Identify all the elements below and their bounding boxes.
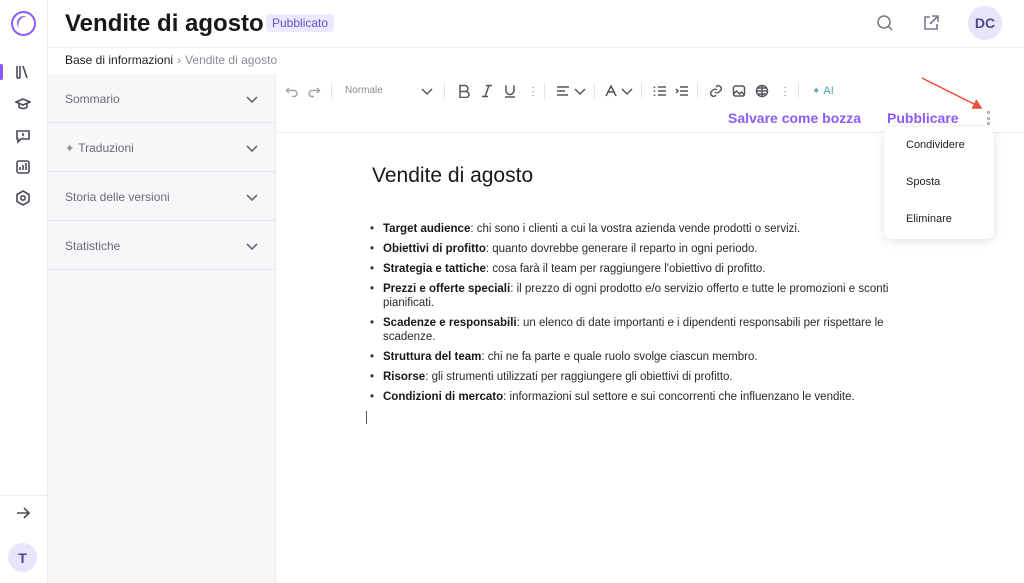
toolbar-divider	[697, 83, 698, 99]
underline-icon[interactable]	[503, 83, 517, 99]
analytics-icon[interactable]	[14, 158, 32, 176]
breadcrumb: Base di informazioni › Vendite di agosto	[65, 53, 277, 67]
app-logo[interactable]	[11, 11, 36, 36]
annotation-arrow	[921, 77, 983, 109]
left-rail: T	[0, 0, 48, 583]
ai-label: AI	[823, 85, 834, 97]
align-left-icon[interactable]	[556, 83, 570, 99]
list-item: Prezzi e offerte speciali: il prezzo di …	[370, 282, 930, 310]
list-item: Risorse: gli strumenti utilizzati per ra…	[370, 370, 930, 384]
menu-item-share[interactable]: Condividere	[906, 139, 965, 151]
accordion-traduzioni[interactable]: ✦ Traduzioni	[48, 123, 276, 172]
chevron-down-icon	[245, 239, 259, 253]
redo-icon[interactable]	[307, 83, 321, 99]
breadcrumb-root[interactable]: Base di informazioni	[65, 53, 173, 67]
chevron-down-icon[interactable]	[620, 83, 634, 99]
more-vertical-icon[interactable]	[778, 83, 792, 99]
list-item: Struttura del team: chi ne fa parte e qu…	[370, 350, 930, 364]
list-item: Scadenze e responsabili: un elenco di da…	[370, 316, 930, 344]
text-color-icon[interactable]	[604, 83, 618, 99]
page-header: Vendite di agosto Pubblicato DC	[48, 0, 1024, 48]
external-link-icon[interactable]	[922, 14, 942, 34]
chevron-down-icon[interactable]	[573, 83, 587, 99]
toolbar-divider	[444, 83, 445, 99]
publish-button[interactable]: Pubblicare	[887, 110, 959, 126]
list-item-text: : chi ne fa parte e quale ruolo svolge c…	[481, 351, 758, 363]
more-vertical-icon[interactable]	[526, 83, 540, 99]
list-item: Strategia e tattiche: cosa farà il team …	[370, 262, 930, 276]
accordion-storia-versioni[interactable]: Storia delle versioni	[48, 172, 276, 221]
image-icon[interactable]	[732, 83, 746, 99]
list-item-text: : cosa farà il team per raggiungere l'ob…	[485, 263, 766, 275]
ai-button[interactable]: ✦ AI	[812, 83, 834, 99]
list-item-text: : chi sono i clienti a cui la vostra azi…	[470, 223, 801, 235]
list-item: Obiettivi di profitto: quanto dovrebbe g…	[370, 242, 930, 256]
accordion-label: Traduzioni	[78, 141, 134, 155]
feedback-icon[interactable]	[14, 127, 32, 145]
list-item: Condizioni di mercato: informazioni sul …	[370, 390, 930, 404]
document-title[interactable]: Vendite di agosto	[372, 164, 533, 188]
list-item-term: Scadenze e responsabili	[383, 317, 517, 329]
save-draft-button[interactable]: Salvare come bozza	[728, 110, 861, 126]
list-item-text: : informazioni sul settore e sui concorr…	[503, 391, 855, 403]
chevron-right-icon: ›	[177, 53, 182, 67]
book-icon[interactable]	[14, 63, 32, 81]
indent-icon[interactable]	[675, 83, 689, 99]
accordion-sommario[interactable]: Sommario	[48, 74, 276, 123]
menu-item-move[interactable]: Sposta	[906, 176, 940, 188]
italic-icon[interactable]	[480, 83, 494, 99]
chevron-down-icon	[245, 92, 259, 106]
link-icon[interactable]	[709, 83, 723, 99]
accordion-label: Sommario	[65, 92, 120, 106]
chevron-down-icon	[245, 190, 259, 204]
chevron-down-icon	[245, 141, 259, 155]
list-item-term: Strategia e tattiche	[383, 263, 486, 275]
active-indicator	[0, 64, 3, 80]
chevron-down-icon[interactable]	[420, 83, 434, 99]
settings-icon[interactable]	[14, 189, 32, 207]
accordion-label: Storia delle versioni	[65, 190, 170, 204]
accordion-statistiche[interactable]: Statistiche	[48, 221, 276, 270]
table-icon[interactable]	[755, 83, 769, 99]
list-item-text: : gli strumenti utilizzati per raggiunge…	[425, 371, 733, 383]
toolbar-divider	[798, 83, 799, 99]
list-item-term: Prezzi e offerte speciali	[383, 283, 511, 295]
user-avatar-dc[interactable]: DC	[968, 6, 1002, 40]
more-options-icon[interactable]	[985, 111, 991, 125]
breadcrumb-current: Vendite di agosto	[185, 53, 278, 67]
graduation-cap-icon[interactable]	[14, 95, 32, 113]
list-item-term: Condizioni di mercato	[383, 391, 504, 403]
user-avatar[interactable]: T	[8, 543, 37, 572]
list-item-term: Target audience	[383, 223, 471, 235]
rail-divider	[0, 495, 48, 496]
list-item: Target audience: chi sono i clienti a cu…	[370, 222, 930, 236]
toolbar-divider	[544, 83, 545, 99]
status-badge: Pubblicato	[266, 14, 335, 32]
numbered-list-icon[interactable]	[653, 83, 667, 99]
text-cursor	[366, 411, 367, 424]
page-title: Vendite di agosto	[65, 10, 264, 37]
sparkle-icon: ✦	[812, 85, 821, 97]
undo-icon[interactable]	[285, 83, 299, 99]
toolbar-divider	[641, 83, 642, 99]
list-item-term: Struttura del team	[383, 351, 482, 363]
toolbar-divider	[331, 83, 332, 99]
side-panel: Sommario ✦ Traduzioni Storia delle versi…	[48, 74, 276, 583]
toolbar-divider	[594, 83, 595, 99]
list-item-term: Obiettivi di profitto	[383, 243, 486, 255]
document-bullet-list[interactable]: Target audience: chi sono i clienti a cu…	[370, 222, 930, 410]
accordion-label: Statistiche	[65, 239, 121, 253]
sparkle-icon: ✦	[65, 142, 75, 155]
bold-icon[interactable]	[457, 83, 471, 99]
arrow-right-icon[interactable]	[14, 504, 32, 522]
paragraph-style-select[interactable]: Normale	[345, 85, 383, 96]
editor-toolbar: ✦ AI	[276, 74, 1024, 108]
list-item-text: : quanto dovrebbe generare il reparto in…	[485, 243, 758, 255]
search-icon[interactable]	[876, 14, 896, 34]
list-item-term: Risorse	[383, 371, 426, 383]
